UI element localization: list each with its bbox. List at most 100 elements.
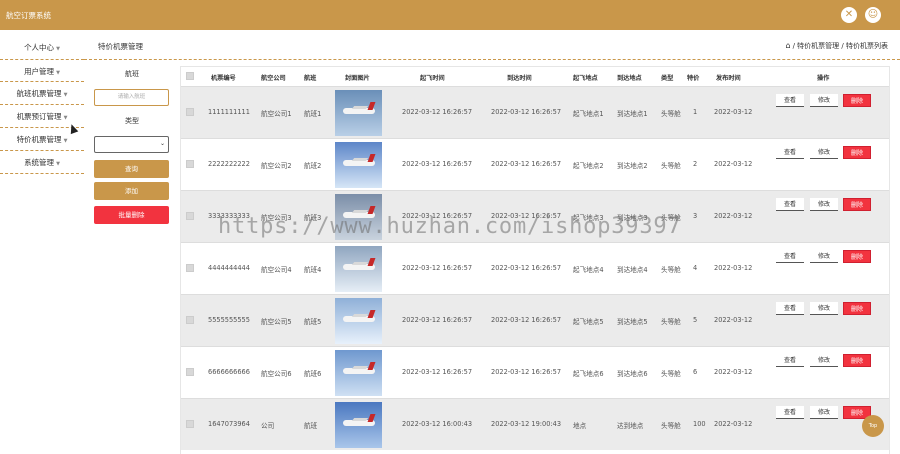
app-title: 航空订票系统 bbox=[6, 11, 51, 20]
chevron-down-icon: ▼ bbox=[56, 70, 60, 76]
cell-to: 到达地点2 bbox=[617, 162, 648, 170]
row-checkbox[interactable] bbox=[186, 160, 194, 168]
tickets-table: 机票编号 航空公司 航班 封面图片 起飞时间 到达时间 起飞地点 到达地点 类型… bbox=[180, 66, 890, 454]
cell-to: 到达地点4 bbox=[617, 266, 648, 274]
cell-arrive: 2022-03-12 16:26:57 bbox=[491, 108, 562, 116]
column-header: 操作 bbox=[817, 75, 830, 82]
edit-button[interactable]: 修改 bbox=[810, 302, 838, 315]
sidebar-item-users[interactable]: 用户管理 ▼ bbox=[0, 59, 84, 82]
column-header[interactable]: 机票编号 bbox=[211, 73, 236, 82]
cell-from: 起飞地点2 bbox=[573, 162, 604, 170]
user-avatar-icon[interactable]: ☺ bbox=[865, 7, 881, 23]
column-header[interactable]: 类型 bbox=[661, 73, 673, 82]
column-header[interactable]: 航空公司 bbox=[261, 73, 286, 82]
query-button[interactable]: 查询 bbox=[94, 160, 169, 178]
view-button[interactable]: 查看 bbox=[776, 198, 804, 211]
breadcrumb-text[interactable]: / 特价机票管理 / 特价机票列表 bbox=[793, 42, 888, 50]
cell-type: 头等舱 bbox=[661, 318, 681, 326]
delete-button[interactable]: 删除 bbox=[843, 94, 871, 107]
cell-depart: 2022-03-12 16:26:57 bbox=[402, 108, 473, 116]
edit-button[interactable]: 修改 bbox=[810, 250, 838, 263]
flight-search-input[interactable]: 请输入航班 bbox=[94, 89, 169, 106]
add-button[interactable]: 添加 bbox=[94, 182, 169, 200]
delete-button[interactable]: 删除 bbox=[843, 250, 871, 263]
row-checkbox[interactable] bbox=[186, 420, 194, 428]
row-checkbox[interactable] bbox=[186, 108, 194, 116]
cell-depart: 2022-03-12 16:26:57 bbox=[402, 368, 473, 376]
sidebar-item-label: 用户管理 bbox=[24, 67, 55, 76]
table-row[interactable]: 1647073964 公司 航班 2022-03-12 16:00:43 2022-03… bbox=[181, 398, 889, 450]
edit-button[interactable]: 修改 bbox=[810, 146, 838, 159]
delete-button[interactable]: 删除 bbox=[843, 198, 871, 211]
sidebar-item-flight-tickets[interactable]: 航班机票管理 ▼ bbox=[0, 82, 84, 105]
view-button[interactable]: 查看 bbox=[776, 302, 804, 315]
edit-button[interactable]: 修改 bbox=[810, 406, 838, 419]
cell-flight: 航班5 bbox=[304, 318, 322, 326]
row-checkbox[interactable] bbox=[186, 212, 194, 220]
column-header[interactable]: 发布时间 bbox=[716, 73, 741, 82]
sidebar-item-personal-center[interactable]: 个人中心 ▼ bbox=[0, 36, 84, 59]
row-checkbox[interactable] bbox=[186, 264, 194, 272]
sidebar-item-label: 航班机票管理 bbox=[16, 89, 62, 98]
column-header[interactable]: 到达地点 bbox=[617, 73, 642, 82]
cell-depart: 2022-03-12 16:26:57 bbox=[402, 160, 473, 168]
view-button[interactable]: 查看 bbox=[776, 146, 804, 159]
cell-arrive: 2022-03-12 16:26:57 bbox=[491, 316, 562, 324]
chevron-down-icon: ▼ bbox=[56, 161, 60, 167]
edit-button[interactable]: 修改 bbox=[810, 354, 838, 367]
watermark: https://www.huzhan.com/ishop39397 bbox=[218, 214, 682, 239]
home-icon[interactable]: ⌂ bbox=[786, 41, 791, 50]
view-button[interactable]: 查看 bbox=[776, 406, 804, 419]
edit-button[interactable]: 修改 bbox=[810, 198, 838, 211]
table-row[interactable]: 1111111111 航空公司1 航班1 2022-03-12 16:26:57 202… bbox=[181, 86, 889, 138]
sidebar-item-label: 特价机票管理 bbox=[16, 135, 62, 144]
cell-ticket-no: 6666666666 bbox=[208, 368, 250, 376]
table-row[interactable]: 5555555555 航空公司5 航班5 2022-03-12 16:26:57 202… bbox=[181, 294, 889, 346]
sidebar: 个人中心 ▼ 用户管理 ▼ 航班机票管理 ▼ 机票预订管理 ▼ 特价机票管理 ▼ 系统管理… bbox=[0, 30, 84, 454]
sidebar-item-label: 系统管理 bbox=[24, 158, 55, 167]
column-header[interactable]: 航班 bbox=[304, 73, 316, 82]
page-title: 特价机票管理 bbox=[98, 42, 143, 51]
row-checkbox[interactable] bbox=[186, 368, 194, 376]
cell-published: 2022-03-12 bbox=[714, 108, 753, 116]
cell-ticket-no: 1647073964 bbox=[208, 420, 250, 428]
sidebar-item-system[interactable]: 系统管理 ▼ bbox=[0, 151, 84, 174]
top-bar: 航空订票系统 ✕ ☺ bbox=[0, 0, 900, 30]
delete-button[interactable]: 删除 bbox=[843, 354, 871, 367]
cell-to: 达到地点 bbox=[617, 422, 644, 430]
column-header[interactable]: 特价 bbox=[687, 73, 699, 82]
view-button[interactable]: 查看 bbox=[776, 250, 804, 263]
delete-button[interactable]: 删除 bbox=[843, 146, 871, 159]
view-button[interactable]: 查看 bbox=[776, 94, 804, 107]
cell-flight: 航班4 bbox=[304, 266, 322, 274]
type-select[interactable]: ⌄ bbox=[94, 136, 169, 153]
cell-ticket-no: 4444444444 bbox=[208, 264, 250, 272]
cell-ticket-no: 5555555555 bbox=[208, 316, 250, 324]
cell-to: 到达地点5 bbox=[617, 318, 648, 326]
cell-from: 起飞地点1 bbox=[573, 110, 604, 118]
batch-delete-button[interactable]: 批量删除 bbox=[94, 206, 169, 224]
cell-price: 1 bbox=[693, 108, 698, 116]
edit-button[interactable]: 修改 bbox=[810, 94, 838, 107]
table-row[interactable]: 2222222222 航空公司2 航班2 2022-03-12 16:26:57 202… bbox=[181, 138, 889, 190]
cell-depart: 2022-03-12 16:00:43 bbox=[402, 420, 473, 428]
flight-label: 航班 bbox=[125, 70, 139, 78]
column-header[interactable]: 到达时间 bbox=[507, 73, 532, 82]
cell-ticket-no: 1111111111 bbox=[208, 108, 250, 116]
cell-flight: 航班1 bbox=[304, 110, 322, 118]
tools-icon[interactable]: ✕ bbox=[841, 7, 857, 23]
column-header[interactable]: 起飞时间 bbox=[420, 73, 445, 82]
row-checkbox[interactable] bbox=[186, 316, 194, 324]
cell-depart: 2022-03-12 16:26:57 bbox=[402, 264, 473, 272]
chevron-down-icon: ⌄ bbox=[159, 140, 165, 147]
select-all-checkbox[interactable] bbox=[186, 72, 194, 80]
cell-type: 头等舱 bbox=[661, 422, 681, 430]
table-row[interactable]: 6666666666 航空公司6 航班6 2022-03-12 16:26:57 202… bbox=[181, 346, 889, 398]
column-header[interactable]: 起飞地点 bbox=[573, 73, 598, 82]
table-row[interactable]: 4444444444 航空公司4 航班4 2022-03-12 16:26:57 202… bbox=[181, 242, 889, 294]
view-button[interactable]: 查看 bbox=[776, 354, 804, 367]
delete-button[interactable]: 删除 bbox=[843, 302, 871, 315]
back-to-top-button[interactable]: Top bbox=[862, 415, 884, 437]
filter-panel: 航班 请输入航班 类型 ⌄ 查询 添加 批量删除 bbox=[84, 60, 180, 454]
type-label: 类型 bbox=[125, 117, 139, 125]
